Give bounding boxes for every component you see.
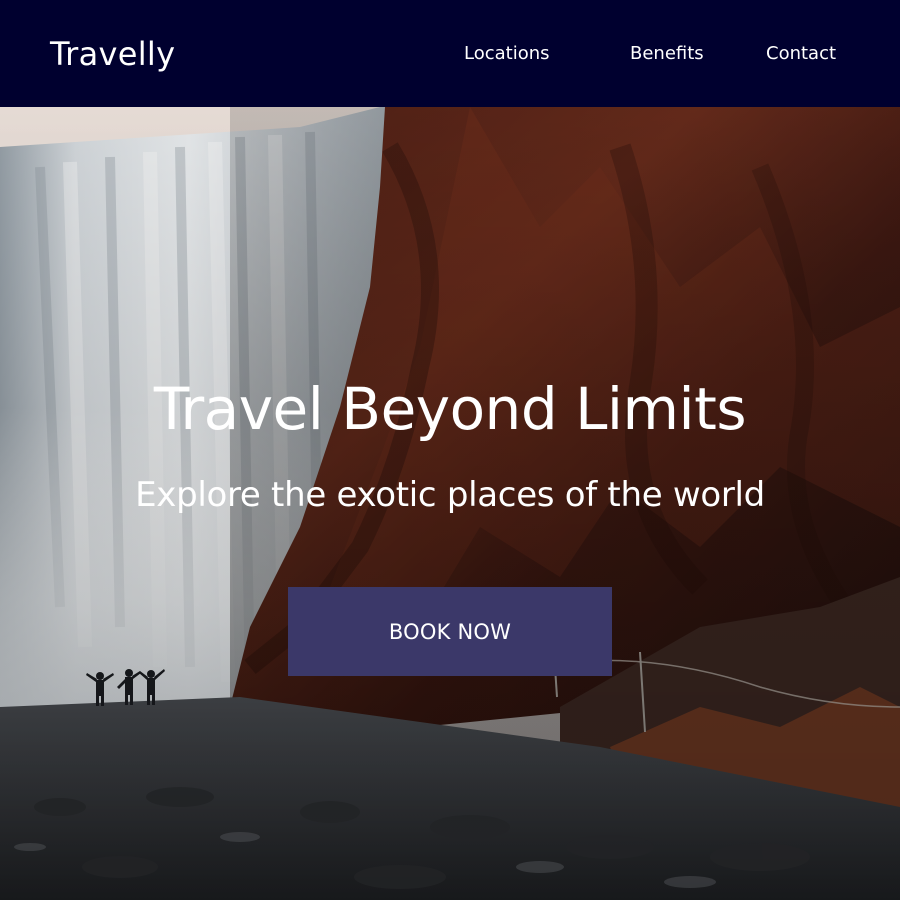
hero-content: Travel Beyond Limits Explore the exotic … <box>0 107 900 900</box>
landing-page: Travelly Locations Benefits Contact Trav… <box>0 0 900 900</box>
hero-subtitle: Explore the exotic places of the world <box>135 475 765 515</box>
hero-title: Travel Beyond Limits <box>153 375 747 443</box>
nav-link-locations[interactable]: Locations <box>464 42 550 66</box>
site-header: Travelly Locations Benefits Contact <box>0 0 900 107</box>
hero-section: Travel Beyond Limits Explore the exotic … <box>0 107 900 900</box>
book-now-button[interactable]: BOOK NOW <box>288 587 612 676</box>
brand-logo[interactable]: Travelly <box>50 34 175 74</box>
nav-link-benefits[interactable]: Benefits <box>630 42 704 66</box>
nav-link-contact[interactable]: Contact <box>766 42 836 66</box>
